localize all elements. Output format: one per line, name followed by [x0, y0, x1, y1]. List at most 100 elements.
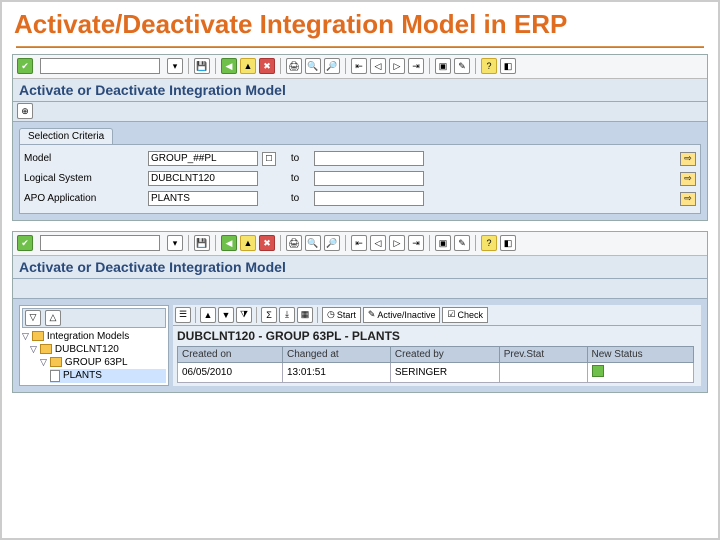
separator: [188, 235, 189, 251]
shortcut-icon[interactable]: ✎: [454, 58, 470, 74]
input-model-high[interactable]: [314, 151, 424, 166]
tree-leaf-label: PLANTS: [63, 370, 102, 381]
check-label: Check: [458, 310, 484, 320]
input-logsys-high[interactable]: [314, 171, 424, 186]
tabstrip: Selection Criteria: [19, 128, 701, 144]
save-icon[interactable]: 💾: [194, 58, 210, 74]
enter-icon[interactable]: ✔: [17, 235, 33, 251]
find-icon[interactable]: 🔍: [305, 235, 321, 251]
cancel-icon[interactable]: ✖: [259, 58, 275, 74]
input-apoapp-high[interactable]: [314, 191, 424, 206]
shortcut-icon[interactable]: ✎: [454, 235, 470, 251]
grid-title: DUBCLNT120 - GROUP 63PL - PLANTS: [173, 326, 701, 346]
checklist-icon: ☑: [447, 309, 455, 320]
exit-icon[interactable]: ▲: [240, 58, 256, 74]
sum-icon[interactable]: Σ: [261, 307, 277, 323]
separator: [280, 58, 281, 74]
separator: [195, 307, 196, 323]
exit-icon[interactable]: ▲: [240, 235, 256, 251]
layout-icon[interactable]: ◧: [500, 235, 516, 251]
table-row[interactable]: 06/05/2010 13:01:51 SERINGER: [178, 362, 694, 382]
separator: [429, 58, 430, 74]
tree-pane: ▽ △ ▽ Integration Models ▽ DUBCLNT120 ▽ …: [19, 305, 169, 386]
tab-selection-criteria[interactable]: Selection Criteria: [19, 128, 113, 144]
dropdown-icon[interactable]: ▾: [167, 235, 183, 251]
check-button[interactable]: ☑Check: [442, 307, 488, 323]
tree-leaf[interactable]: PLANTS: [50, 369, 166, 383]
save-icon[interactable]: 💾: [194, 235, 210, 251]
filter-icon[interactable]: ⧩: [236, 307, 252, 323]
f4-icon[interactable]: ☐: [262, 152, 276, 166]
separator: [345, 235, 346, 251]
tree-root[interactable]: ▽ Integration Models: [22, 330, 166, 343]
command-field[interactable]: [40, 235, 160, 251]
expand-icon[interactable]: ▽: [25, 310, 41, 326]
sort-desc-icon[interactable]: ▼: [218, 307, 234, 323]
next-page-icon[interactable]: ▷: [389, 58, 405, 74]
label-logical-system: Logical System: [24, 173, 144, 184]
help-icon[interactable]: ?: [481, 235, 497, 251]
prev-page-icon[interactable]: ◁: [370, 58, 386, 74]
last-page-icon[interactable]: ⇥: [408, 58, 424, 74]
details-icon[interactable]: ☰: [175, 307, 191, 323]
collapse-icon[interactable]: △: [45, 310, 61, 326]
col-changed-at[interactable]: Changed at: [282, 346, 390, 362]
input-apoapp-low[interactable]: [148, 191, 258, 206]
separator: [280, 235, 281, 251]
col-prev-stat[interactable]: Prev.Stat: [499, 346, 587, 362]
layout-icon[interactable]: ◧: [500, 58, 516, 74]
find-next-icon[interactable]: 🔎: [324, 235, 340, 251]
tree-toolbar: ▽ △: [22, 308, 166, 328]
multiple-selection-icon[interactable]: ⇨: [680, 172, 696, 186]
sort-asc-icon[interactable]: ▲: [200, 307, 216, 323]
tree-client[interactable]: ▽ DUBCLNT120: [30, 343, 166, 356]
col-new-status[interactable]: New Status: [587, 346, 694, 362]
find-next-icon[interactable]: 🔎: [324, 58, 340, 74]
start-button[interactable]: ◷Start: [322, 307, 361, 323]
print-icon[interactable]: 🖨: [286, 58, 302, 74]
layout-icon[interactable]: ▦: [297, 307, 313, 323]
col-created-on[interactable]: Created on: [178, 346, 283, 362]
execute-icon[interactable]: ⊕: [17, 103, 33, 119]
input-model-low[interactable]: [148, 151, 258, 166]
export-icon[interactable]: ⤓: [279, 307, 295, 323]
first-page-icon[interactable]: ⇤: [351, 235, 367, 251]
multiple-selection-icon[interactable]: ⇨: [680, 192, 696, 206]
cancel-icon[interactable]: ✖: [259, 235, 275, 251]
new-session-icon[interactable]: ▣: [435, 235, 451, 251]
back-icon[interactable]: ◀: [221, 58, 237, 74]
folder-icon: [50, 357, 62, 367]
separator: [188, 58, 189, 74]
dropdown-icon[interactable]: ▾: [167, 58, 183, 74]
enter-icon[interactable]: ✔: [17, 58, 33, 74]
separator: [429, 235, 430, 251]
new-session-icon[interactable]: ▣: [435, 58, 451, 74]
tree-group-label: GROUP 63PL: [65, 357, 128, 368]
tree-group[interactable]: ▽ GROUP 63PL: [40, 356, 166, 369]
next-page-icon[interactable]: ▷: [389, 235, 405, 251]
clock-icon: ◷: [327, 309, 335, 320]
screen-title-2: Activate or Deactivate Integration Model: [13, 256, 707, 279]
split-container: ▽ △ ▽ Integration Models ▽ DUBCLNT120 ▽ …: [19, 305, 701, 386]
help-icon[interactable]: ?: [481, 58, 497, 74]
expander-icon[interactable]: ▽: [40, 357, 47, 368]
to-label: to: [280, 173, 310, 184]
prev-page-icon[interactable]: ◁: [370, 235, 386, 251]
col-created-by[interactable]: Created by: [390, 346, 499, 362]
print-icon[interactable]: 🖨: [286, 235, 302, 251]
expander-icon[interactable]: ▽: [30, 344, 37, 355]
find-icon[interactable]: 🔍: [305, 58, 321, 74]
cell-new-status: [587, 362, 694, 382]
expander-icon[interactable]: ▽: [22, 331, 29, 342]
sap-window-selection: ✔ ▾ 💾 ◀ ▲ ✖ 🖨 🔍 🔎 ⇤ ◁ ▷ ⇥ ▣ ✎ ? ◧ Activa…: [12, 54, 708, 221]
first-page-icon[interactable]: ⇤: [351, 58, 367, 74]
grid-pane: ☰ ▲ ▼ ⧩ Σ ⤓ ▦ ◷Start ✎Active/Inactive ☑C…: [173, 305, 701, 386]
back-icon[interactable]: ◀: [221, 235, 237, 251]
to-label: to: [280, 153, 310, 164]
command-field[interactable]: [40, 58, 160, 74]
input-logsys-low[interactable]: [148, 171, 258, 186]
active-inactive-button[interactable]: ✎Active/Inactive: [363, 307, 441, 323]
last-page-icon[interactable]: ⇥: [408, 235, 424, 251]
multiple-selection-icon[interactable]: ⇨: [680, 152, 696, 166]
row-apo-application: APO Application to ⇨: [24, 189, 696, 209]
